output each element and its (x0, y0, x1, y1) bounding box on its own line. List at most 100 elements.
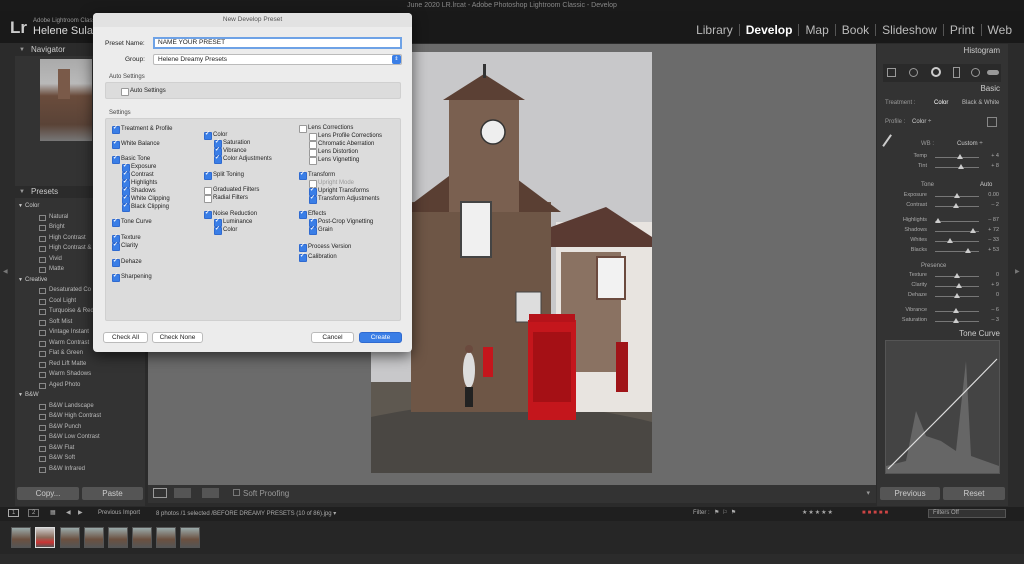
color-checkbox[interactable]: Color (214, 226, 237, 235)
slider-track[interactable] (935, 251, 979, 252)
photo-preview[interactable] (371, 52, 652, 473)
toolbar-menu-icon[interactable]: ▾ (866, 489, 870, 497)
slider-highlights[interactable]: Highlights – 87 (891, 216, 999, 226)
lens-corrections-checkbox[interactable]: Lens Corrections (299, 125, 353, 133)
red-eye-icon[interactable] (931, 67, 941, 77)
check-none-button[interactable]: Check None (152, 332, 203, 343)
slider-knob[interactable] (952, 308, 959, 313)
color-adjustments-checkbox[interactable]: Color Adjustments (214, 155, 272, 164)
group-select[interactable]: Helene Dreamy Presets ⇕ (153, 54, 402, 65)
rating-filter-icon[interactable]: ★★★★★ (802, 509, 834, 516)
slider-value[interactable]: – 2 (991, 202, 999, 208)
histogram-header[interactable]: Histogram (964, 46, 1000, 55)
filters-select[interactable]: Filters Off (928, 509, 1006, 518)
filmstrip-thumb[interactable] (84, 527, 104, 548)
loupe-view-icon[interactable] (153, 488, 167, 498)
soft-proofing-checkbox[interactable] (233, 489, 240, 496)
contrast-checkbox[interactable]: Contrast (122, 171, 154, 180)
crop-icon[interactable] (887, 68, 896, 77)
module-print[interactable]: Print (942, 24, 981, 36)
lens-profile-corrections-checkbox[interactable]: Lens Profile Corrections (309, 133, 382, 141)
exposure-checkbox[interactable]: Exposure (122, 163, 156, 172)
white-clipping-checkbox[interactable]: White Clipping (122, 195, 170, 204)
slider-value[interactable]: – 87 (988, 217, 999, 223)
preset-item[interactable]: B&W Flat (15, 443, 145, 454)
profile-browser-icon[interactable] (987, 117, 997, 127)
highlights-checkbox[interactable]: Highlights (122, 179, 157, 188)
preset-item[interactable]: Aged Photo (15, 380, 145, 391)
preset-group-bandw[interactable]: B&W (15, 390, 145, 401)
slider-value[interactable]: + 72 (988, 227, 999, 233)
check-all-button[interactable]: Check All (103, 332, 148, 343)
before-after-split-icon[interactable] (202, 488, 219, 498)
slider-temp[interactable]: Temp + 4 (891, 152, 999, 162)
slider-knob[interactable] (969, 228, 976, 233)
slider-value[interactable]: 0 (996, 272, 999, 278)
radial-filters-checkbox[interactable]: Radial Filters (204, 195, 248, 203)
upright-mode-checkbox[interactable]: Upright Mode (309, 180, 354, 188)
grid-icon[interactable]: ▦ (50, 509, 56, 516)
module-library[interactable]: Library (690, 24, 739, 36)
radial-filter-icon[interactable] (971, 68, 980, 77)
wb-select[interactable]: Custom ÷ (957, 141, 983, 147)
tone-curve-checkbox[interactable]: Tone Curve (112, 218, 152, 227)
navigator-preview[interactable] (40, 59, 92, 141)
vibrance-checkbox[interactable]: Vibrance (214, 147, 247, 156)
lens-distortion-checkbox[interactable]: Lens Distortion (309, 149, 358, 157)
effects-checkbox[interactable]: Effects (299, 210, 326, 219)
flag-filters-icon[interactable]: ⚑⚐⚑ (714, 509, 739, 516)
color-label-filters-icon[interactable]: ■■■■■ (862, 510, 890, 516)
left-panel-toggle-icon[interactable]: ◀ (3, 268, 8, 275)
slider-knob[interactable] (946, 238, 953, 243)
filmstrip-info[interactable]: 8 photos /1 selected /BEFORE DREAMY PRES… (156, 510, 336, 517)
monitor-2-button[interactable]: 2 (28, 509, 40, 517)
slider-knob[interactable] (953, 318, 960, 323)
saturation-checkbox[interactable]: Saturation (214, 139, 250, 148)
filmstrip-thumb-selected[interactable] (35, 527, 55, 548)
slider-clarity[interactable]: Clarity + 9 (891, 281, 999, 291)
previous-button[interactable]: Previous (880, 487, 940, 500)
slider-tint[interactable]: Tint + 8 (891, 162, 999, 172)
preset-name-input[interactable]: NAME YOUR PRESET (153, 37, 402, 49)
tone-curve-header[interactable]: Tone Curve (959, 329, 1000, 338)
dehaze-checkbox[interactable]: Dehaze (112, 258, 142, 267)
slider-value[interactable]: + 8 (991, 163, 999, 169)
copy-button[interactable]: Copy... (17, 487, 79, 500)
slider-value[interactable]: – 6 (991, 307, 999, 313)
slider-knob[interactable] (958, 164, 965, 169)
module-develop[interactable]: Develop (738, 24, 799, 36)
slider-value[interactable]: + 9 (991, 282, 999, 288)
slider-texture[interactable]: Texture 0 (891, 271, 999, 281)
slider-knob[interactable] (956, 283, 963, 288)
back-arrow-icon[interactable]: ◀ (66, 509, 71, 516)
process-version-checkbox[interactable]: Process Version (299, 243, 351, 252)
luminance-checkbox[interactable]: Luminance (214, 218, 252, 227)
slider-track[interactable] (935, 167, 979, 168)
preset-item[interactable]: B&W Infrared (15, 464, 145, 475)
slider-blacks[interactable]: Blacks + 53 (891, 246, 999, 256)
slider-dehaze[interactable]: Dehaze 0 (891, 291, 999, 301)
slider-whites[interactable]: Whites – 33 (891, 236, 999, 246)
preset-item[interactable]: Red Lift Matte (15, 359, 145, 370)
texture-checkbox[interactable]: Texture (112, 234, 141, 243)
filmstrip-thumb[interactable] (180, 527, 200, 548)
slider-value[interactable]: – 3 (991, 317, 999, 323)
reset-button[interactable]: Reset (943, 487, 1005, 500)
preset-item[interactable]: B&W High Contrast (15, 411, 145, 422)
calibration-checkbox[interactable]: Calibration (299, 253, 337, 262)
right-panel-toggle-icon[interactable]: ▶ (1015, 268, 1020, 275)
slider-knob[interactable] (953, 203, 960, 208)
slider-vibrance[interactable]: Vibrance – 6 (891, 306, 999, 316)
slider-value[interactable]: 0 (996, 292, 999, 298)
module-map[interactable]: Map (798, 24, 834, 36)
slider-knob[interactable] (954, 293, 960, 298)
slider-value[interactable]: – 33 (988, 237, 999, 243)
source-label[interactable]: Previous Import (98, 510, 140, 516)
basic-tone-checkbox[interactable]: Basic Tone (112, 155, 150, 164)
color-checkbox[interactable]: Color (204, 131, 227, 140)
preset-item[interactable]: Warm Shadows (15, 369, 145, 380)
treatment-bw[interactable]: Black & White (962, 100, 999, 106)
profile-select[interactable]: Color ÷ (912, 119, 931, 125)
filmstrip-thumb[interactable] (108, 527, 128, 548)
slider-value[interactable]: + 4 (991, 153, 999, 159)
